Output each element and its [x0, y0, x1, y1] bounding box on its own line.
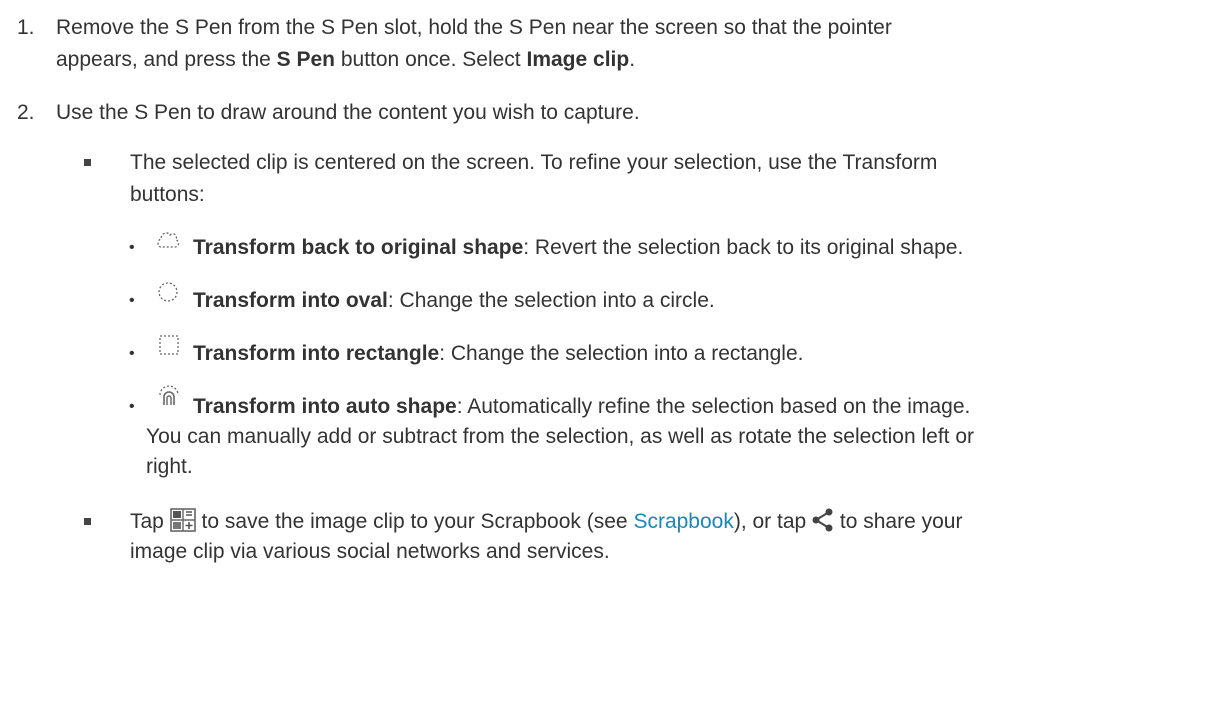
- round-bullet: •: [129, 239, 135, 256]
- transform-rectangle-icon: [159, 335, 179, 355]
- step-number: 2.: [17, 101, 35, 124]
- transform-oval-icon: [158, 282, 178, 302]
- round-bullet: •: [129, 292, 135, 309]
- round-bullet: •: [129, 345, 135, 362]
- bullet1-line1: The selected clip is centered on the scr…: [130, 151, 938, 174]
- step1-line1: Remove the S Pen from the S Pen slot, ho…: [56, 16, 892, 39]
- transform-item-rectangle: Transform into rectangle: Change the sel…: [193, 342, 804, 365]
- scrapbook-save-icon: [169, 508, 196, 532]
- s-pen-term: S Pen: [276, 48, 336, 71]
- step1-line2: appears, and press the S Pen button once…: [56, 48, 636, 71]
- transform-original-shape-icon: [157, 232, 180, 248]
- step2-text: Use the S Pen to draw around the content…: [56, 101, 640, 124]
- square-bullet: [84, 518, 91, 525]
- transform-auto-line3: right.: [146, 455, 193, 478]
- transform-auto-line2: You can manually add or subtract from th…: [146, 425, 975, 448]
- share-icon: [812, 508, 833, 532]
- round-bullet: •: [129, 398, 135, 415]
- square-bullet: [84, 159, 91, 166]
- transform-item-original: Transform back to original shape: Revert…: [193, 236, 964, 259]
- scrapbook-link[interactable]: Scrapbook: [633, 510, 733, 533]
- transform-auto-shape-icon: [159, 385, 179, 405]
- bullet1-line2: buttons:: [130, 183, 205, 206]
- bullet2-line1: Tap to save the image clip to your Scrap…: [130, 508, 963, 533]
- image-clip-term: Image clip: [526, 48, 630, 71]
- transform-item-auto: Transform into auto shape: Automatically…: [193, 395, 971, 418]
- step-number: 1.: [17, 16, 35, 39]
- bullet2-line2: image clip via various social networks a…: [130, 540, 610, 563]
- transform-item-oval: Transform into oval: Change the selectio…: [193, 289, 715, 312]
